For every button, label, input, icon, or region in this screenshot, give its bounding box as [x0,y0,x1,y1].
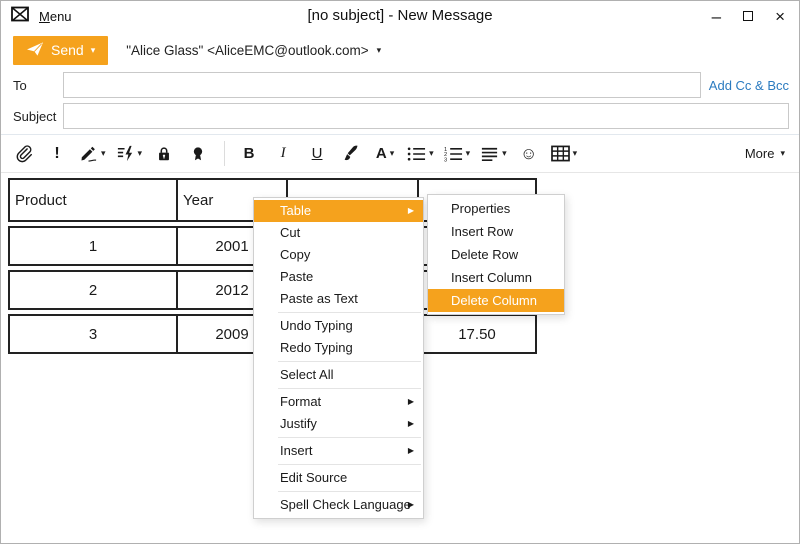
chevron-down-icon: ▾ [137,148,143,158]
table-submenu: Properties Insert Row Delete Row Insert … [427,194,565,315]
from-account-label: "Alice Glass" <AliceEMC@outlook.com> [126,42,369,58]
menu-item-spell-check-language[interactable]: Spell Check Language ▶ [254,494,423,516]
add-cc-bcc-link[interactable]: Add Cc & Bcc [701,78,789,93]
send-button-label: Send [51,42,84,58]
format-painter-icon[interactable] [339,140,363,168]
menu-item-edit-source[interactable]: Edit Source [254,467,423,489]
from-account-selector[interactable]: "Alice Glass" <AliceEMC@outlook.com> ▾ [126,43,381,58]
menu-button[interactable]: Menu [39,9,72,24]
chevron-down-icon: ▾ [465,148,471,158]
chevron-down-icon: ▾ [90,44,96,55]
menu-separator [278,388,421,389]
menu-separator [278,464,421,465]
submenu-item-insert-row[interactable]: Insert Row [428,220,564,243]
encrypt-lock-icon[interactable] [152,140,176,168]
quick-text-icon[interactable]: ▾ [116,140,143,168]
chevron-down-icon: ▾ [502,148,507,158]
paper-plane-icon [26,41,44,60]
menu-item-undo-typing[interactable]: Undo Typing [254,315,423,337]
to-label: To [13,77,27,93]
submenu-arrow-icon: ▶ [407,446,414,455]
underline-icon[interactable]: U [305,140,329,168]
menu-item-justify[interactable]: Justify ▶ [254,413,423,435]
svg-text:3: 3 [444,157,447,162]
subject-row: Subject [1,101,799,131]
send-button[interactable]: Send ▾ [13,35,109,65]
menu-item-redo-typing[interactable]: Redo Typing [254,337,423,359]
importance-icon[interactable]: ! [45,140,69,168]
font-color-icon[interactable]: A ▾ [373,140,397,168]
menu-item-insert[interactable]: Insert ▶ [254,440,423,462]
submenu-arrow-icon: ▶ [407,500,414,509]
sign-badge-icon[interactable] [186,140,210,168]
submenu-item-delete-row[interactable]: Delete Row [428,243,564,266]
minimize-icon[interactable]: – [712,8,721,25]
menu-item-cut[interactable]: Cut [254,222,423,244]
window-title: [no subject] - New Message [307,7,493,24]
chevron-down-icon: ▾ [429,148,434,158]
chevron-down-icon: ▾ [572,148,578,158]
menu-separator [278,361,421,362]
menu-item-table[interactable]: Table ▶ [254,200,423,222]
attach-icon[interactable] [11,140,35,168]
align-icon[interactable]: ▾ [480,140,507,168]
menu-item-paste-as-text[interactable]: Paste as Text [254,288,423,310]
table-cell[interactable]: 3 [8,314,178,354]
bold-icon[interactable]: B [237,140,261,168]
bullet-list-icon[interactable]: ▾ [407,140,434,168]
submenu-arrow-icon: ▶ [407,397,414,406]
chevron-down-icon: ▾ [376,44,382,55]
table-cell[interactable]: 17.50 [419,314,537,354]
new-message-window: [no subject] - New Message Menu – × Send… [0,0,800,544]
titlebar: [no subject] - New Message Menu – × [1,1,799,31]
menu-separator [278,312,421,313]
menu-item-select-all[interactable]: Select All [254,364,423,386]
send-row: Send ▾ "Alice Glass" <AliceEMC@outlook.c… [1,31,799,69]
menu-item-paste[interactable]: Paste [254,266,423,288]
submenu-item-insert-column[interactable]: Insert Column [428,266,564,289]
table-cell[interactable]: 2 [8,270,178,310]
table-cell[interactable]: 1 [8,226,178,266]
chevron-down-icon: ▾ [780,148,785,158]
emoticon-icon[interactable]: ☺ [517,140,541,168]
envelope-icon [11,6,29,27]
close-icon[interactable]: × [775,8,785,25]
maximize-icon[interactable] [743,11,754,21]
submenu-item-delete-column[interactable]: Delete Column [428,289,564,312]
more-button[interactable]: More ▾ [745,146,785,161]
formatting-toolbar: ! ▾ ▾ B I U A ▾ ▾ 123 ▾ ▾ ☺ ▾ More ▾ [1,134,799,173]
subject-input[interactable] [63,103,789,129]
to-input[interactable] [63,72,701,98]
submenu-arrow-icon: ▶ [407,419,414,428]
chevron-down-icon: ▾ [389,148,395,158]
submenu-item-properties[interactable]: Properties [428,197,564,220]
signature-icon[interactable]: ▾ [79,140,106,168]
table-header-cell[interactable]: Product [8,178,178,222]
context-menu: Table ▶ Cut Copy Paste Paste as Text Und… [253,197,424,519]
menu-item-copy[interactable]: Copy [254,244,423,266]
to-row: To Add Cc & Bcc [1,70,799,100]
menu-item-format[interactable]: Format ▶ [254,391,423,413]
menu-separator [278,437,421,438]
menu-separator [278,491,421,492]
submenu-arrow-icon: ▶ [407,206,414,215]
toolbar-divider [224,141,226,166]
numbered-list-icon[interactable]: 123 ▾ [444,140,471,168]
subject-label: Subject [13,108,57,124]
italic-icon[interactable]: I [271,140,295,168]
chevron-down-icon: ▾ [101,148,106,158]
more-label: More [744,146,775,161]
table-icon[interactable]: ▾ [550,140,578,168]
